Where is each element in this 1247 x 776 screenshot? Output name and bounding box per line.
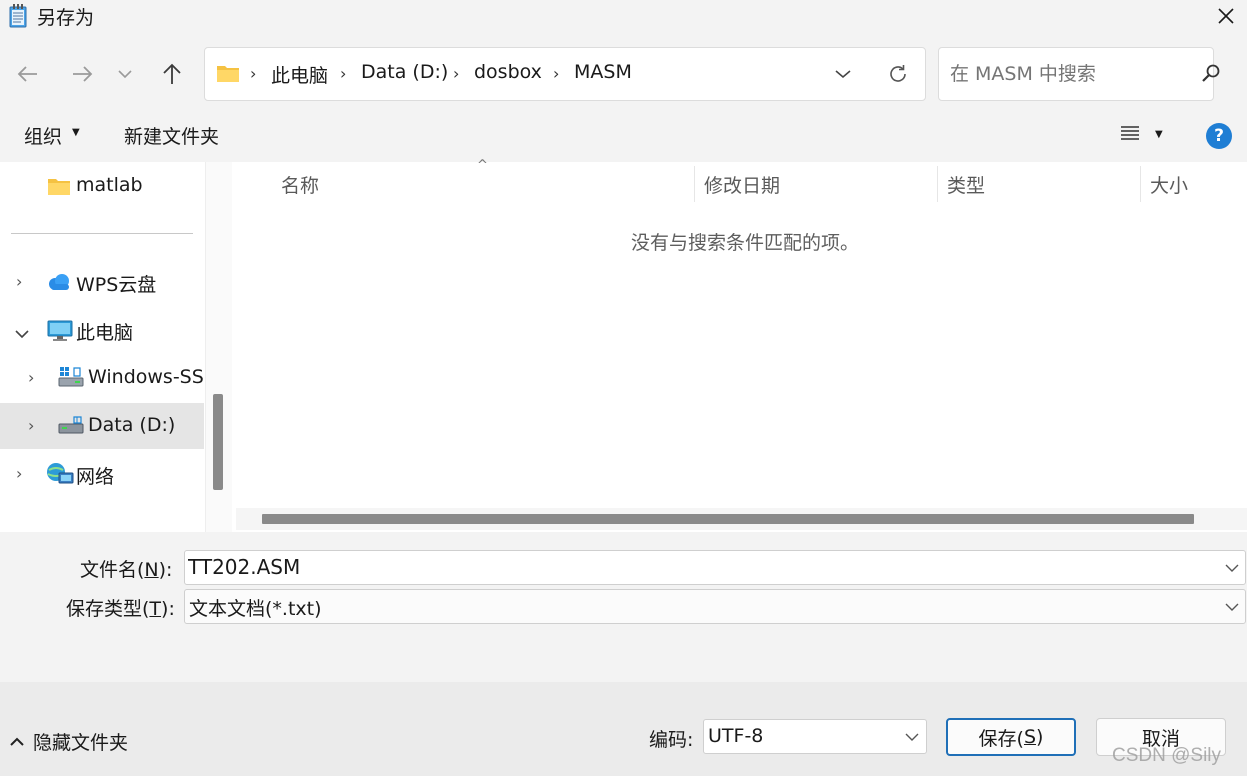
nav-item-wps-cloud[interactable]: WPS云盘 [76,270,156,297]
nav-item-this-pc[interactable]: 此电脑 [76,318,133,345]
caret-down-icon[interactable]: ▼ [1155,129,1163,140]
search-icon[interactable] [1200,62,1224,86]
notepad-icon [9,4,27,28]
refresh-button[interactable] [882,58,914,90]
filename-label-accesskey: N [144,559,159,581]
column-divider[interactable] [694,166,695,202]
navigation-pane [0,162,232,532]
arrow-left-icon [17,66,37,82]
drive-icon [58,414,84,441]
empty-list-message: 没有与搜索条件匹配的项。 [631,232,860,254]
filetype-select[interactable] [184,589,1246,624]
chevron-down-icon [1225,603,1239,611]
save-label-suffix: ) [1036,726,1044,748]
save-button[interactable]: 保存(S) [946,718,1076,756]
column-header-size[interactable]: 大小 [1150,171,1188,198]
list-view-icon [1121,126,1139,140]
refresh-icon [890,65,906,82]
chevron-up-icon [10,737,24,746]
recent-locations-button[interactable] [110,56,140,92]
network-icon [46,462,74,491]
windows-drive-icon [58,366,84,393]
breadcrumb-dosbox[interactable]: dosbox [474,61,542,83]
nav-item-windows-drive[interactable]: Windows-SS [88,366,203,388]
breadcrumb-separator: › [340,64,347,83]
hide-folders-button[interactable]: 隐藏文件夹 [9,728,128,755]
sort-ascending-icon: ^ [477,158,488,173]
breadcrumb-separator: › [453,64,460,83]
watermark: CSDN @Sily [1112,745,1222,766]
filetype-dropdown-button[interactable] [1220,595,1244,619]
address-dropdown-button[interactable] [828,60,858,88]
filename-label-suffix: ): [158,559,173,581]
chevron-down-icon[interactable] [14,322,30,344]
back-button[interactable] [10,56,46,92]
filename-input[interactable] [188,553,1218,581]
horizontal-scrollbar-thumb[interactable] [262,514,1194,524]
organize-button[interactable]: 组织 [24,122,62,149]
chevron-right-icon[interactable]: › [16,272,22,291]
help-icon[interactable]: ? [1206,123,1232,149]
forward-button[interactable] [64,56,100,92]
nav-scrollbar-thumb[interactable] [213,394,223,490]
view-mode-button[interactable] [1119,124,1143,146]
nav-divider [11,233,193,234]
filetype-label-accesskey: T [149,598,162,620]
file-list [232,162,1247,532]
breadcrumb-this-pc[interactable]: 此电脑 [271,61,328,88]
filetype-value: 文本文档(*.txt) [189,598,322,620]
folder-icon [216,63,240,83]
close-icon [1218,8,1234,24]
breadcrumb-separator: › [250,64,257,83]
save-label-accesskey: S [1023,726,1037,748]
filename-label: 文件名(N): [80,555,172,582]
cloud-icon [46,272,72,297]
column-header-name[interactable]: 名称 [281,171,319,198]
chevron-down-icon [835,70,851,79]
encoding-dropdown-button[interactable] [900,725,924,749]
chevron-right-icon[interactable]: › [28,368,34,387]
arrow-right-icon [73,66,93,82]
search-input[interactable] [950,61,1180,87]
folder-icon [47,176,71,201]
nav-item-matlab[interactable]: matlab [76,174,143,196]
new-folder-button[interactable]: 新建文件夹 [124,122,219,149]
chevron-right-icon[interactable]: › [16,464,22,483]
filename-dropdown-button[interactable] [1220,556,1244,580]
encoding-value: UTF-8 [708,725,764,747]
hide-folders-label: 隐藏文件夹 [33,732,129,754]
computer-icon [47,320,73,347]
caret-down-icon: ▼ [72,127,80,138]
window-title: 另存为 [37,7,95,29]
breadcrumb-separator: › [553,64,560,83]
breadcrumb-masm[interactable]: MASM [574,61,632,83]
column-header-type[interactable]: 类型 [947,171,985,198]
filetype-label: 保存类型(T): [66,594,175,621]
filetype-label-suffix: ): [161,598,175,620]
filetype-label-prefix: 保存类型( [66,598,150,620]
nav-item-data-drive[interactable]: Data (D:) [88,414,175,436]
filename-label-prefix: 文件名( [80,559,145,581]
chevron-down-icon [905,733,919,741]
up-button[interactable] [154,56,190,92]
save-label-prefix: 保存( [978,727,1024,750]
arrow-up-icon [163,63,181,84]
encoding-label: 编码: [649,729,694,751]
chevron-down-icon [1225,564,1239,572]
close-button[interactable] [1205,0,1247,32]
column-header-date-modified[interactable]: 修改日期 [704,171,780,198]
breadcrumb-data-drive[interactable]: Data (D:) [361,61,448,83]
chevron-down-icon [118,70,132,79]
chevron-right-icon[interactable]: › [28,416,34,435]
nav-item-network[interactable]: 网络 [76,462,114,489]
title-bar [0,0,1247,36]
column-divider[interactable] [937,166,938,202]
column-divider[interactable] [1140,166,1141,202]
